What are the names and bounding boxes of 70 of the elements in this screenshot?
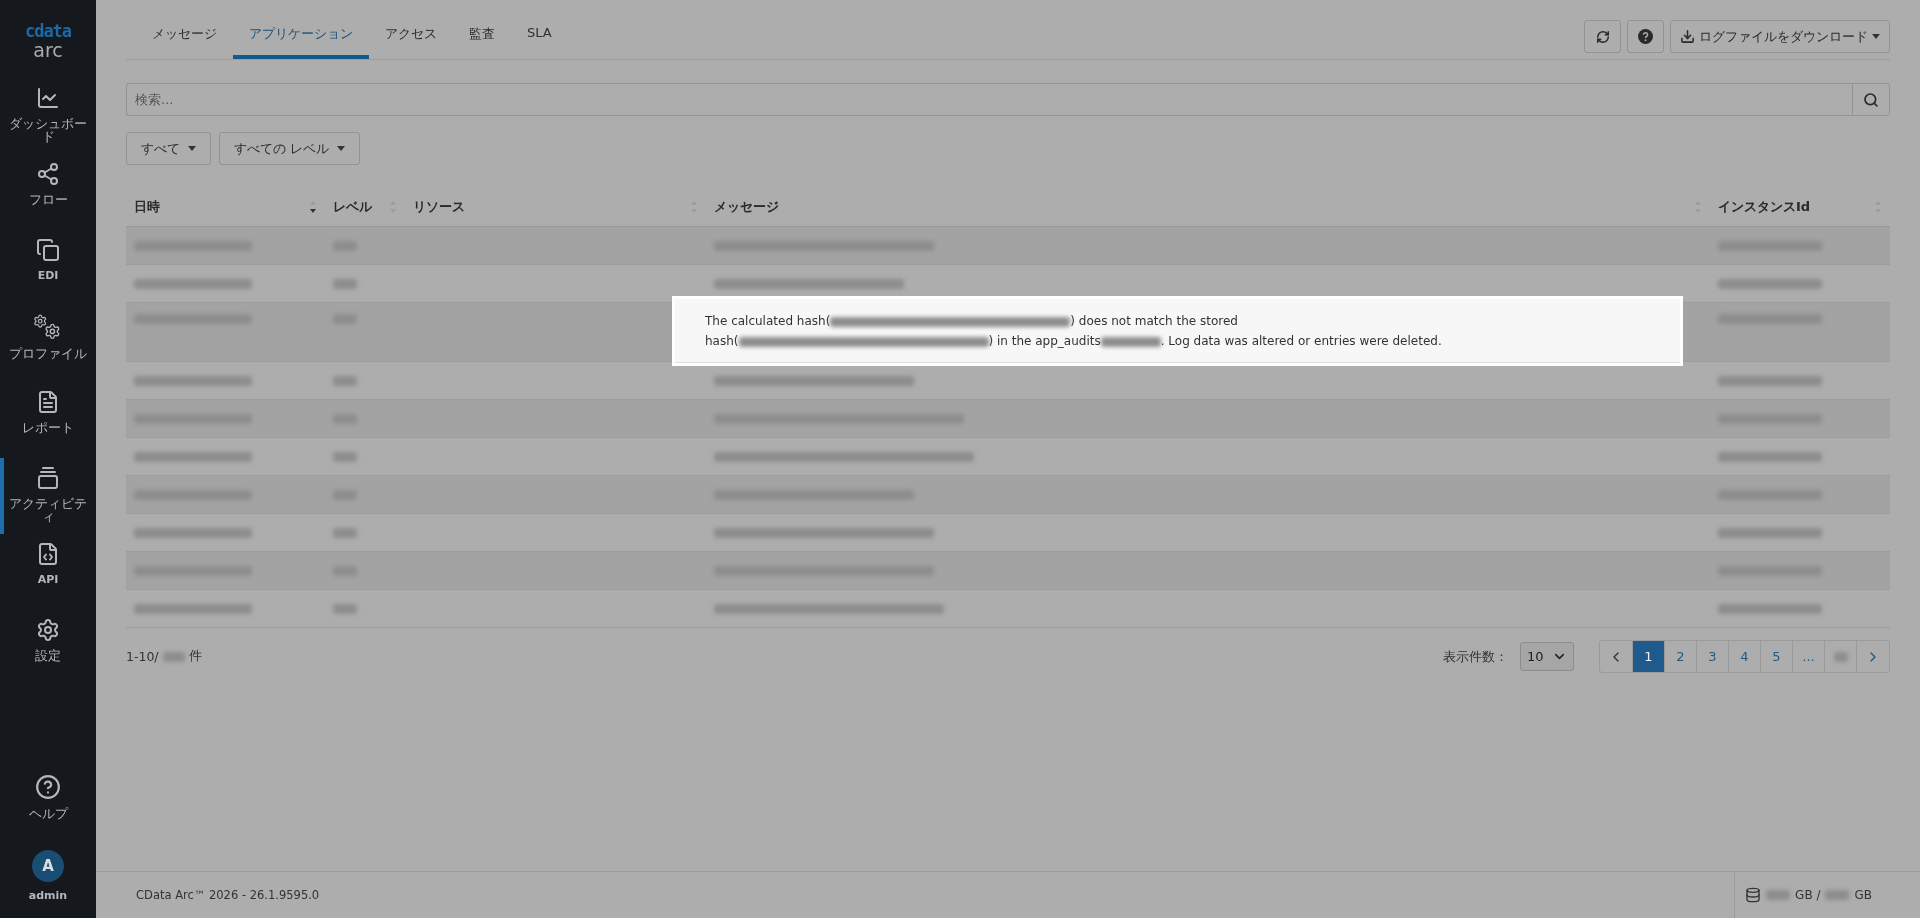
message-text: . Log data was altered or entries were deleted. (1160, 334, 1442, 348)
search-field[interactable]: 検索... (126, 83, 1852, 116)
nav-item[interactable]: 設定 (0, 610, 96, 686)
record-count: 件 (188, 648, 202, 665)
redacted-text (1766, 890, 1791, 900)
product-name: arc (33, 40, 63, 60)
page-size-select[interactable]: 10 (1520, 642, 1574, 671)
redacted-text (1825, 890, 1850, 900)
message-text: ) in the app_audits (988, 334, 1101, 348)
user-menu[interactable]: A admin (0, 842, 96, 918)
tab[interactable]: アクセス (369, 25, 453, 59)
caret-icon (188, 146, 196, 151)
nav-item[interactable]: プロファイル (0, 306, 96, 382)
search-button[interactable] (1852, 83, 1890, 116)
nav-item[interactable]: フロー (0, 154, 96, 230)
user-avatar: A (32, 850, 64, 882)
caret-icon (1872, 34, 1880, 39)
download-icon (1680, 29, 1695, 44)
redacted-text (162, 651, 185, 662)
database-icon (1745, 887, 1762, 903)
redacted-text (333, 278, 357, 289)
tab[interactable]: メッセージ (136, 25, 233, 59)
settings-icon (36, 618, 60, 642)
column-header: メッセージ (714, 197, 779, 216)
refresh-icon (1595, 29, 1610, 44)
tab[interactable]: 監査 (453, 25, 511, 59)
document-icon (36, 390, 60, 414)
brand-logo: cdata (24, 22, 72, 40)
nav-item[interactable]: EDI (0, 230, 96, 306)
column-header: インスタンスId (1718, 197, 1811, 216)
nav-item[interactable]: API (0, 534, 96, 610)
message-text: ) does not match the stored (1070, 314, 1238, 328)
line-chart-icon (36, 86, 60, 110)
storage-text: GB / (1795, 888, 1821, 902)
help-button[interactable] (1627, 20, 1664, 53)
share-icon (36, 162, 60, 186)
nav-item[interactable]: アクティビティ (0, 458, 96, 534)
column-header: リソース (413, 197, 465, 216)
message-text: The calculated hash( (705, 314, 831, 328)
redacted-text (1833, 651, 1848, 662)
help-icon (35, 774, 61, 800)
download-button[interactable]: ログファイルをダウンロード (1670, 20, 1890, 53)
storage-text: GB (1854, 888, 1872, 902)
redacted-text (333, 603, 357, 614)
column-header: 日時 (134, 197, 160, 216)
nav-item[interactable]: レポート (0, 382, 96, 458)
version-text: CData Arc™ 2026 - 26.1.9595.0 (135, 888, 320, 902)
caret-icon (337, 146, 346, 151)
help-icon (1638, 29, 1653, 44)
message-text: hash( (705, 334, 739, 348)
search-icon (1863, 91, 1879, 108)
stack-icon (36, 466, 60, 490)
record-count: 1-10/ (126, 649, 159, 664)
nav-item[interactable]: ダッシュボード (0, 78, 96, 154)
redacted-text (333, 527, 357, 538)
column-header: レベル (333, 197, 372, 216)
tab[interactable]: SLA (511, 25, 568, 59)
redacted-text (333, 451, 357, 462)
tab[interactable]: アプリケーション (233, 25, 369, 59)
sort-icon[interactable] (309, 199, 317, 214)
filter-dropdown[interactable]: すべて (126, 132, 211, 165)
page-button[interactable]: 1 (1633, 641, 1665, 672)
copy-icon (36, 238, 60, 262)
redacted-text (1100, 336, 1161, 347)
help-nav-item[interactable]: ヘルプ (0, 766, 96, 842)
code-file-icon (36, 542, 60, 566)
redacted-text (333, 375, 357, 386)
refresh-button[interactable] (1584, 20, 1621, 53)
filter-dropdown[interactable]: すべての レベル (219, 132, 361, 165)
page-size-label: 表示件数： (1443, 647, 1508, 666)
